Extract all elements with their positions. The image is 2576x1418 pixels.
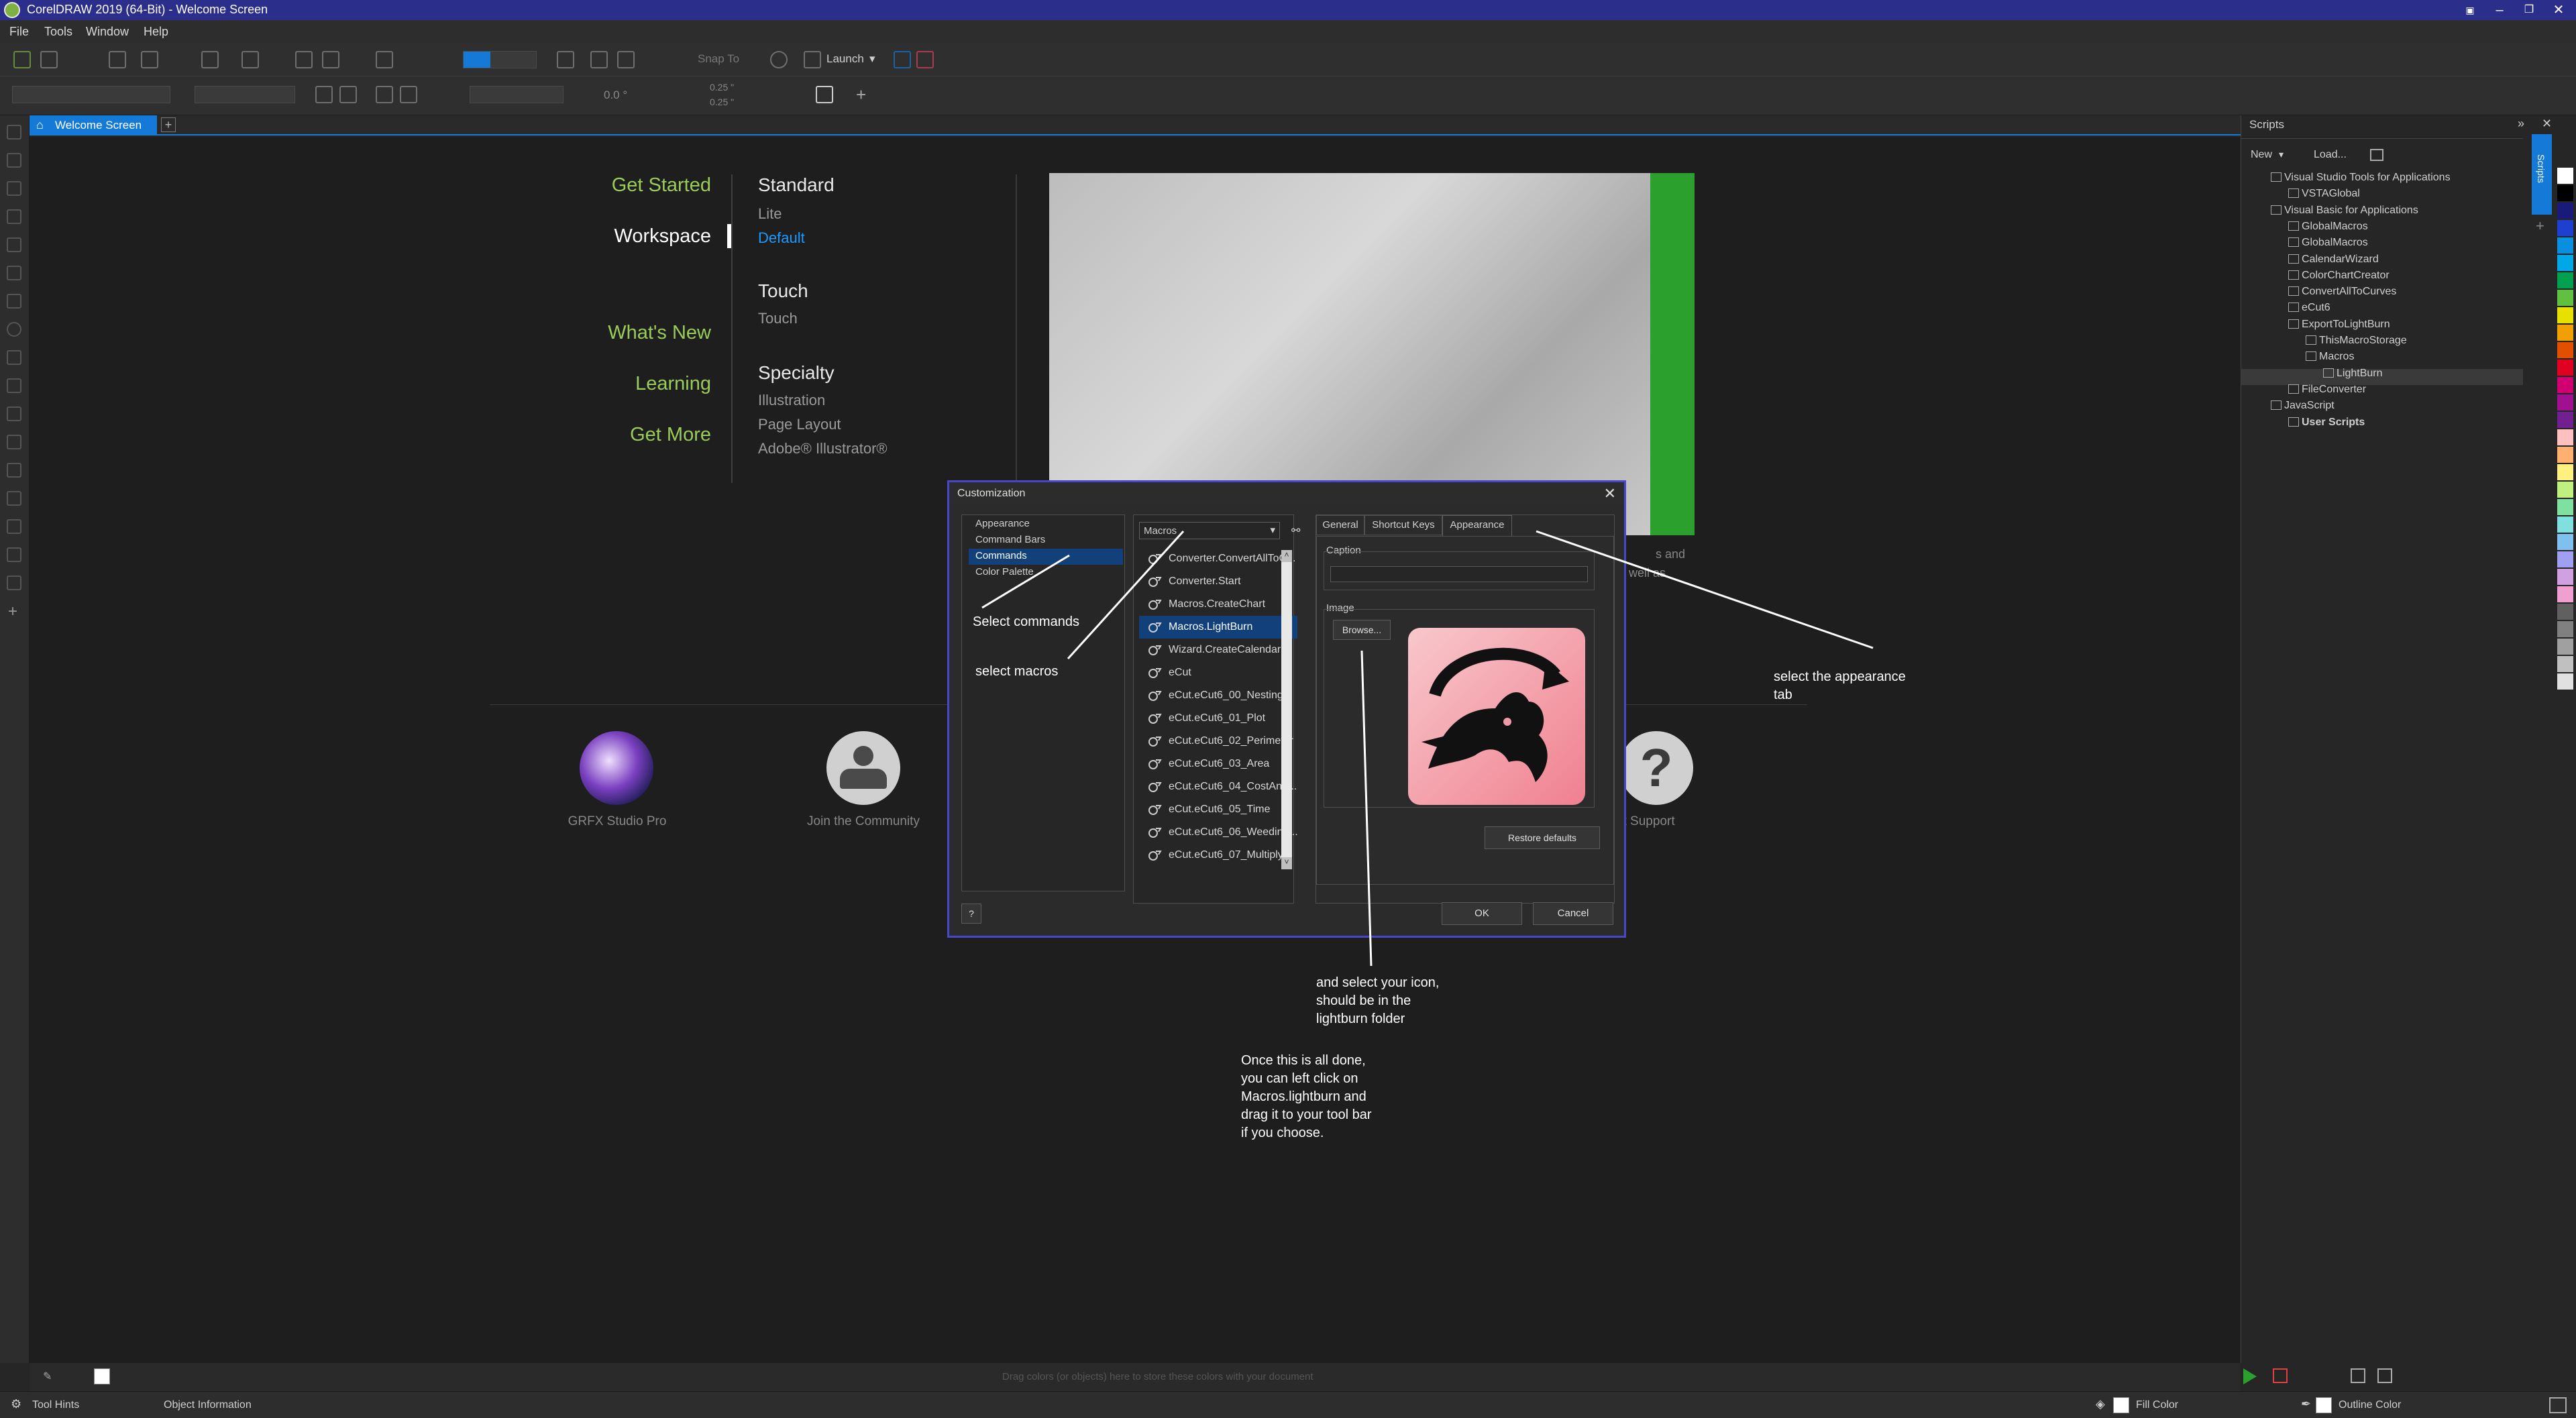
annotation-final-line-3: Macros.lightburn and	[1241, 1089, 1366, 1104]
annotation-appearance-tab: select the appearance tab	[1774, 668, 1906, 704]
arrow-appearance-tab	[1536, 530, 1874, 649]
annotation-final-line-1: Once this is all done,	[1241, 1053, 1366, 1068]
annotation-select-icon: and select your icon, should be in the l…	[1316, 974, 1439, 1028]
annotation-icon-line-2: should be in the	[1316, 993, 1411, 1008]
annotation-lines	[981, 530, 1874, 967]
arrow-select-macros	[1067, 530, 1185, 660]
annotation-appearance-line-1: select the appearance	[1774, 669, 1906, 684]
arrow-select-commands	[981, 554, 1070, 609]
annotation-select-macros: select macros	[975, 664, 1059, 679]
annotation-icon-line-3: lightburn folder	[1316, 1012, 1405, 1026]
annotation-final-instructions: Once this is all done, you can left clic…	[1241, 1052, 1372, 1142]
annotation-icon-line-1: and select your icon,	[1316, 975, 1440, 990]
annotation-select-commands: Select commands	[973, 614, 1079, 629]
annotation-final-line-5: if you choose.	[1241, 1126, 1324, 1140]
arrow-browse	[1360, 650, 1373, 967]
annotation-final-line-4: drag it to your tool bar	[1241, 1107, 1372, 1122]
annotation-appearance-line-2: tab	[1774, 688, 1792, 702]
annotation-final-line-2: you can left click on	[1241, 1071, 1358, 1086]
